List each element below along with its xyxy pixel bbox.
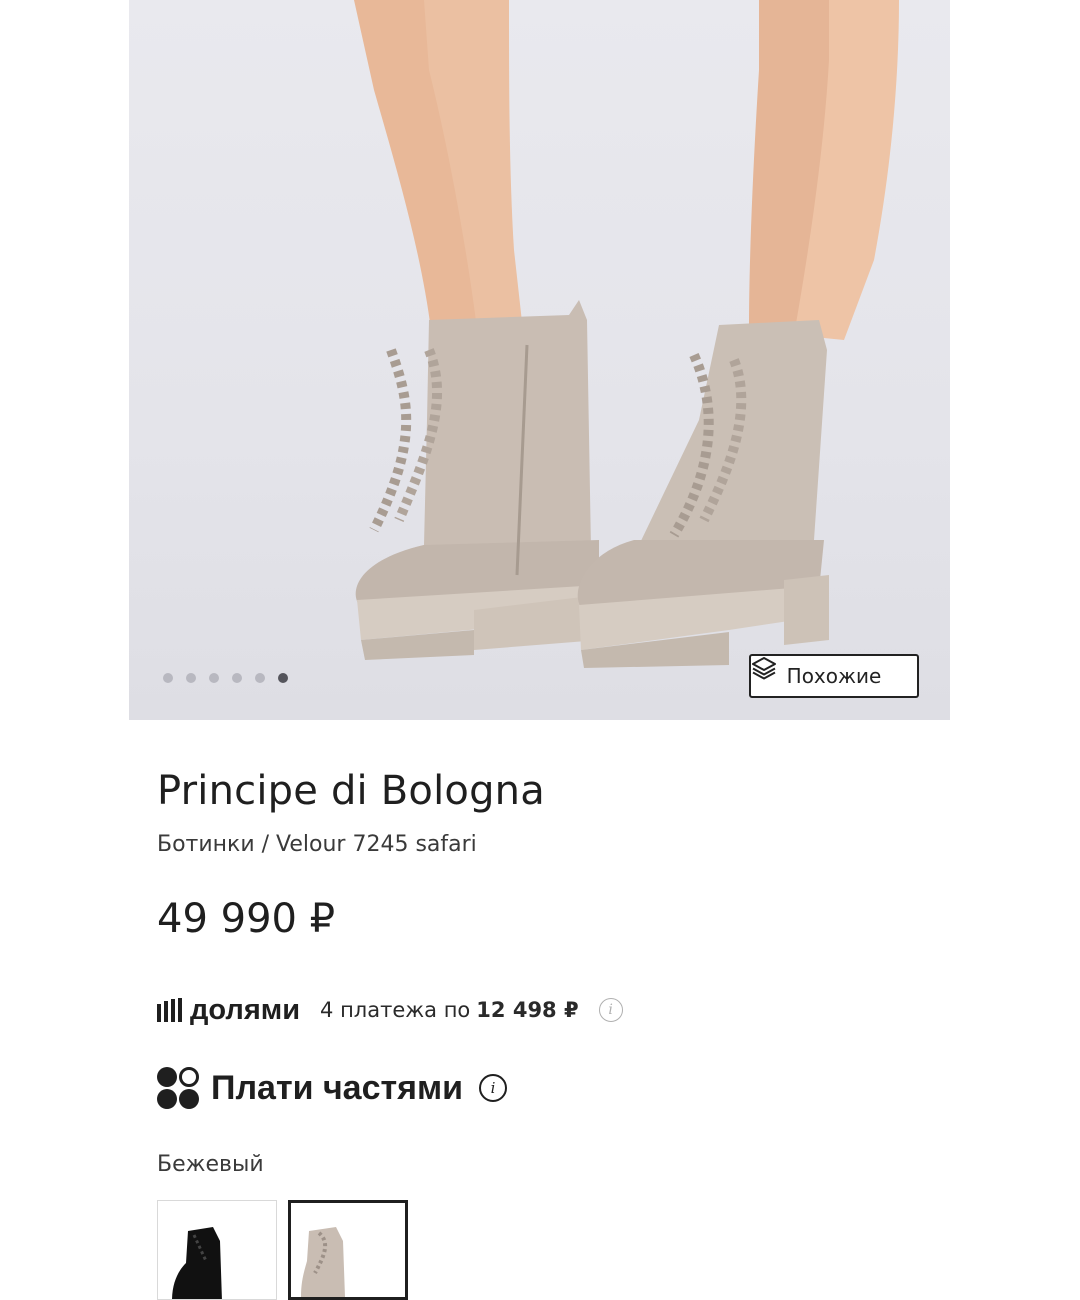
dolyami-installments-text: 4 платежа по 12 498 ₽ bbox=[320, 998, 579, 1022]
boots-image bbox=[354, 0, 899, 668]
info-icon[interactable]: i bbox=[598, 998, 623, 1022]
carousel-dot[interactable] bbox=[209, 673, 219, 683]
carousel-dots[interactable] bbox=[163, 673, 288, 683]
product-price: 49 990 ₽ bbox=[157, 896, 336, 942]
dolyami-amount: 12 498 ₽ bbox=[476, 998, 579, 1022]
brand-title[interactable]: Principe di Bologna bbox=[157, 768, 545, 814]
carousel-dot[interactable] bbox=[255, 673, 265, 683]
chasti-label: Плати частями bbox=[211, 1068, 464, 1107]
dolyami-text-prefix: 4 платежа по bbox=[320, 998, 471, 1022]
carousel-dot[interactable] bbox=[186, 673, 196, 683]
layers-icon bbox=[752, 657, 776, 680]
product-subtitle: Ботинки / Velour 7245 safari bbox=[157, 832, 477, 857]
similar-button-label: Похожие bbox=[786, 664, 882, 688]
similar-button[interactable]: Похожие bbox=[749, 654, 919, 698]
chasti-logo-icon bbox=[157, 1067, 199, 1109]
dolyami-bars-icon bbox=[157, 998, 182, 1022]
carousel-dot-active[interactable] bbox=[278, 673, 288, 683]
beige-boot-thumb bbox=[301, 1227, 345, 1297]
color-label: Бежевый bbox=[157, 1152, 264, 1177]
color-swatch-beige[interactable] bbox=[288, 1200, 408, 1300]
chasti-row[interactable]: Плати частями i bbox=[157, 1066, 508, 1110]
color-swatch-black[interactable] bbox=[157, 1200, 277, 1300]
product-photo[interactable]: Похожие bbox=[129, 0, 950, 720]
carousel-dot[interactable] bbox=[163, 673, 173, 683]
black-boot-thumb bbox=[172, 1227, 222, 1299]
dolyami-logo: долями bbox=[157, 994, 300, 1027]
carousel-dot[interactable] bbox=[232, 673, 242, 683]
dolyami-brand: долями bbox=[190, 993, 301, 1026]
info-icon[interactable]: i bbox=[479, 1074, 508, 1102]
dolyami-row[interactable]: долями 4 платежа по 12 498 ₽ i bbox=[157, 992, 623, 1028]
